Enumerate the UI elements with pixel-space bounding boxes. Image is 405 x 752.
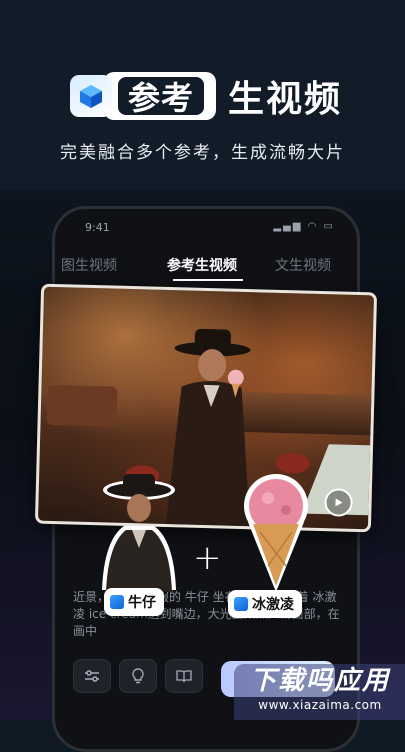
tab-text-to-video[interactable]: 文生视频 xyxy=(275,255,331,275)
watermark-url: www.xiazaima.com xyxy=(258,698,382,712)
cube-icon xyxy=(110,595,124,609)
lightbulb-icon xyxy=(132,668,144,684)
hero-header: 参考 生视频 完美融合多个参考，生成流畅大片 xyxy=(0,0,405,190)
watermark-main: 下载吗应用 xyxy=(249,666,390,696)
inspiration-button[interactable] xyxy=(119,659,157,693)
wifi-icon: ◠ xyxy=(307,221,319,232)
tab-reference-to-video[interactable]: 参考生视频 xyxy=(167,255,237,275)
title-highlight-pill: 参考 xyxy=(104,72,217,120)
status-time: 9:41 xyxy=(85,221,110,234)
tab-active-indicator xyxy=(173,279,243,281)
icecream-sticker: 冰激凌 xyxy=(228,474,312,618)
tab-image-to-video[interactable]: 图生视频 xyxy=(61,255,117,275)
subtitle: 完美融合多个参考，生成流畅大片 xyxy=(60,143,345,163)
cube-logo-icon xyxy=(70,75,112,117)
settings-sliders-button[interactable] xyxy=(73,659,111,693)
guide-book-button[interactable] xyxy=(165,659,203,693)
icecream-label: 冰激凌 xyxy=(252,597,294,613)
title-rest: 生视频 xyxy=(228,79,343,120)
sofa-shape xyxy=(46,384,118,427)
icecream-sticker-image xyxy=(244,474,308,592)
cube-icon xyxy=(234,597,248,611)
cowboy-sticker-image xyxy=(102,474,176,592)
title-highlight: 参考 xyxy=(118,77,205,117)
icecream-label-chip: 冰激凌 xyxy=(228,590,302,618)
bar-stool xyxy=(275,452,310,474)
plus-icon: + xyxy=(193,538,222,578)
cowboy-label-chip: 牛仔 xyxy=(104,588,164,616)
tab-bar: 图生视频 参考生视频 文生视频 xyxy=(55,255,351,283)
title-row: 参考 生视频 xyxy=(70,68,342,124)
battery-icon: ▭ xyxy=(323,221,335,232)
sliders-icon xyxy=(85,670,99,682)
signal-icon: ▂▄▆ xyxy=(273,221,303,232)
status-icons: ▂▄▆ ◠ ▭ xyxy=(273,221,335,232)
cowboy-sticker: 牛仔 xyxy=(96,470,182,616)
video-preview[interactable] xyxy=(34,283,378,533)
cowboy-label: 牛仔 xyxy=(128,595,156,611)
prompt-toolbar xyxy=(73,659,203,693)
book-icon xyxy=(176,670,192,683)
watermark: 下载吗应用 www.xiazaima.com xyxy=(234,664,405,720)
play-icon xyxy=(335,498,343,507)
